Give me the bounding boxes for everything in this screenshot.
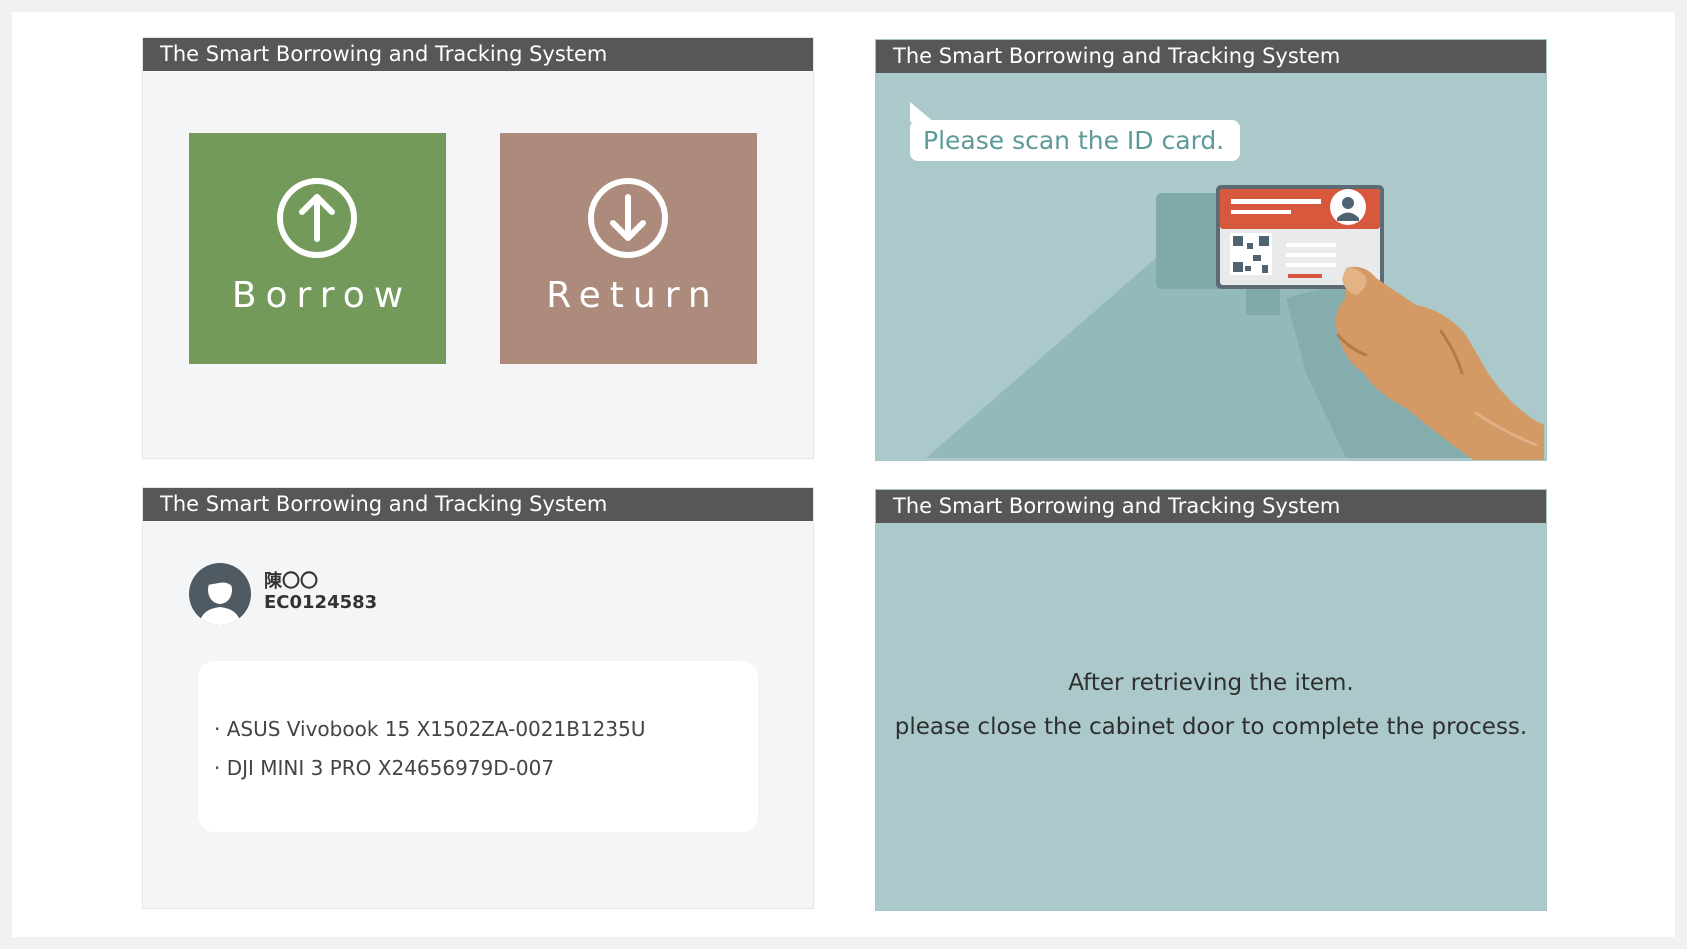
speech-bubble-tail: [910, 102, 934, 122]
borrow-button-label: Borrow: [231, 275, 413, 316]
borrowed-items-screen: The Smart Borrowing and Tracking System …: [142, 487, 814, 909]
completion-message-line-2: please close the cabinet door to complet…: [894, 714, 1528, 740]
return-button[interactable]: Return: [500, 133, 757, 364]
user-name: 陳〇〇: [264, 571, 318, 592]
screen-header: The Smart Borrowing and Tracking System: [143, 38, 813, 71]
screen-header: The Smart Borrowing and Tracking System: [143, 488, 813, 521]
borrow-button[interactable]: Borrow: [189, 133, 446, 364]
list-item: · DJI MINI 3 PRO X24656979D-007: [214, 756, 555, 780]
arrow-down-circle-icon: [588, 178, 668, 258]
borrow-return-screen: The Smart Borrowing and Tracking System …: [142, 37, 814, 459]
scan-prompt-bubble: Please scan the ID card.: [910, 120, 1241, 161]
completion-message-line-1: After retrieving the item.: [1068, 670, 1354, 696]
user-avatar-icon: [189, 563, 251, 625]
list-item: · ASUS Vivobook 15 X1502ZA-0021B1235U: [214, 717, 646, 741]
scan-id-screen: The Smart Borrowing and Tracking System: [875, 39, 1547, 461]
screen-header: The Smart Borrowing and Tracking System: [876, 40, 1546, 73]
return-button-label: Return: [546, 275, 720, 316]
completion-screen: The Smart Borrowing and Tracking System …: [875, 489, 1547, 911]
borrowed-items-list: · ASUS Vivobook 15 X1502ZA-0021B1235U · …: [198, 661, 758, 832]
arrow-up-circle-icon: [277, 178, 357, 258]
screen-header: The Smart Borrowing and Tracking System: [876, 490, 1546, 523]
screen-frame: The Smart Borrowing and Tracking System …: [12, 12, 1675, 937]
user-employee-id: EC0124583: [264, 592, 378, 613]
